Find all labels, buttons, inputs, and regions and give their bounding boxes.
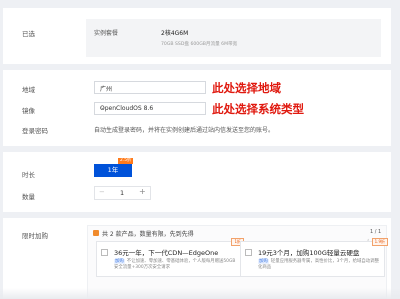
addon-pager: 1 / 1 <box>370 229 382 235</box>
chevron-down-icon: ⌄ <box>100 104 106 111</box>
chevron-down-icon: ⌄ <box>100 83 106 90</box>
bottom-overlay <box>0 288 400 299</box>
quantity-value[interactable]: 1 <box>120 189 124 197</box>
password-label: 登录密码 <box>22 127 48 135</box>
image-select[interactable]: OpenCloudOS 8.6 ⌄ <box>94 102 206 115</box>
product-price-badge: 1.9折 <box>371 238 388 246</box>
product-name: 19元3个月，加购100G轻量云硬盘 <box>258 249 360 257</box>
region-annotation: 此处选择地域 <box>212 81 281 95</box>
discount-badge: 2.5折 <box>118 158 134 164</box>
config-card: 地域 广州 ⌄ 此处选择地域 镜像 OpenCloudOS 8.6 ⌄ 此处选择… <box>3 70 391 146</box>
quantity-label: 数量 <box>22 193 35 201</box>
addon-product-2[interactable]: 19元3个月，加购100G轻量云硬盘 加购 轻量应用服务器专属，高性价比，3个月，… <box>240 238 388 277</box>
selected-card: 已选 实例套餐 2核4G6M 70GB SSD盘 600GB月流量 6M带宽 <box>3 8 391 64</box>
image-label: 镜像 <box>22 107 35 115</box>
product-tag: 加购 <box>114 259 125 264</box>
spec-value: 2核4G6M <box>161 30 189 37</box>
region-select[interactable]: 广州 ⌄ <box>94 81 206 94</box>
addon-checkbox[interactable] <box>101 249 108 256</box>
gift-icon <box>93 230 99 236</box>
addon-label: 限时加购 <box>22 232 48 240</box>
selected-summary: 实例套餐 2核4G6M 70GB SSD盘 600GB月流量 6M带宽 <box>86 19 381 57</box>
spec-detail: 70GB SSD盘 600GB月流量 6M带宽 <box>161 42 238 47</box>
quantity-plus-button[interactable]: + <box>139 187 146 196</box>
duration-option-label: 1年 <box>107 166 119 174</box>
quantity-minus-button[interactable]: − <box>99 188 105 196</box>
product-desc-text: 轻量应用服务器专属，高性价比，3个月，给域自动调整化商品 <box>258 259 379 270</box>
product-desc: 加购 轻量应用服务器专属，高性价比，3个月，给域自动调整化商品 <box>258 259 383 271</box>
password-text: 自动生成登录密码，并将在实例创建后通过站内信发送至您的账号。 <box>94 127 275 134</box>
spec-label: 实例套餐 <box>94 30 119 37</box>
duration-option-1y[interactable]: 1年 <box>94 164 132 177</box>
product-tag: 加购 <box>258 259 269 264</box>
region-label: 地域 <box>22 86 35 94</box>
addon-checkbox[interactable] <box>245 249 252 256</box>
duration-label: 时长 <box>22 171 35 179</box>
addon-header: 共 2 款产品，数量有限，先到先得 <box>102 231 194 238</box>
quantity-stepper: − 1 + <box>94 186 151 200</box>
product-name: 36元一年，下一代CDN—EdgeOne <box>114 249 219 257</box>
product-desc: 加购 不让加速、零加速、零基础体验，个人版每月赠送50GB安全流量+300万次安全… <box>114 259 239 271</box>
product-desc-text: 不让加速、零加速、零基础体验，个人版每月赠送50GB安全流量+300万次安全请求 <box>114 259 236 270</box>
addon-product-1[interactable]: 36元一年，下一代CDN—EdgeOne 加购 不让加速、零加速、零基础体验，个人… <box>96 238 244 277</box>
purchase-card: 时长 1年 2.5折 数量 − 1 + <box>3 152 391 212</box>
selected-label: 已选 <box>22 30 35 38</box>
image-annotation: 此处选择系统类型 <box>212 102 304 116</box>
